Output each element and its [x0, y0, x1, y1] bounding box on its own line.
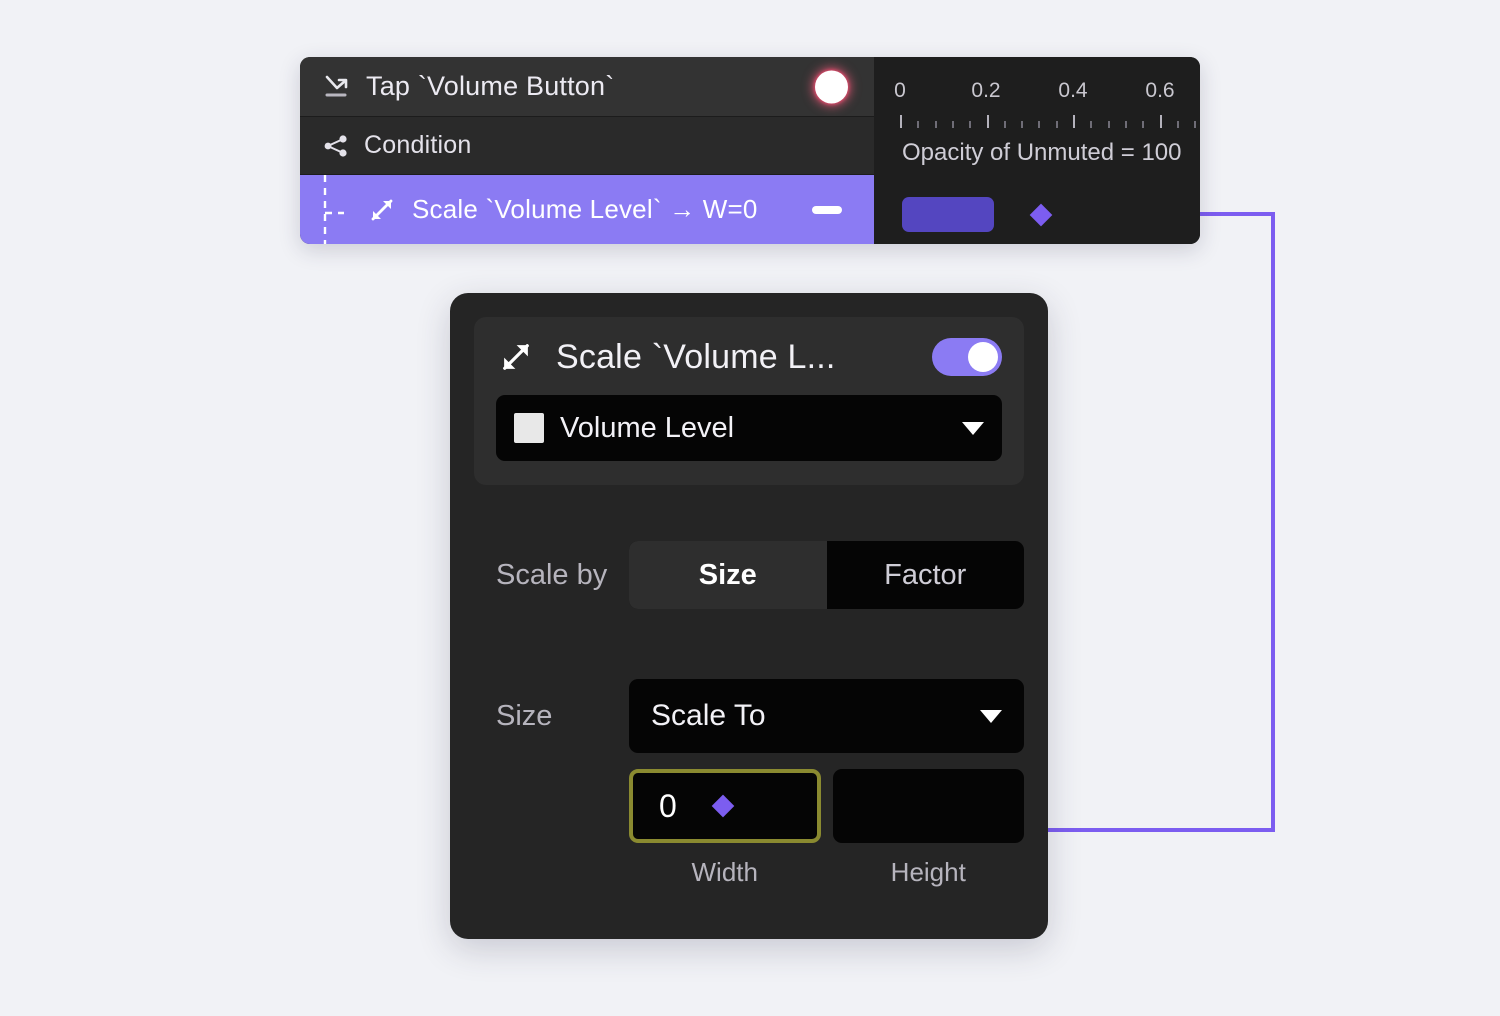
enable-action-toggle[interactable] [932, 338, 1002, 376]
ruler-tick [986, 115, 989, 128]
timeline-keyframe-node[interactable] [1029, 203, 1053, 227]
height-cell: Height [832, 769, 1024, 888]
size-row: Size Scale To [474, 679, 1024, 753]
timeline-card: Tap `Volume Button` Condition Scale `Vol… [300, 57, 1200, 244]
timeline-row-label: Condition [364, 131, 472, 159]
ruler-label: 0.6 [1145, 79, 1175, 102]
chevron-down-icon [980, 709, 1002, 723]
record-indicator[interactable] [815, 70, 848, 103]
ruler-tick-labels: 0 0.2 0.4 0.6 [874, 79, 1200, 107]
ruler-tick [1107, 121, 1110, 128]
ruler-tick [917, 121, 920, 128]
timeline-ruler-panel: 0 0.2 0.4 0.6 Opacity of Unmuted = 100 [874, 57, 1200, 244]
ruler-tick [1194, 121, 1197, 128]
ruler-tick [1124, 121, 1127, 128]
timeline-row-label: Tap `Volume Button` [366, 71, 615, 101]
toggle-knob [968, 342, 998, 372]
keyframe-clip-block[interactable] [902, 197, 994, 232]
chevron-down-icon [962, 421, 984, 435]
scale-diagonal-arrow-icon [366, 194, 398, 226]
inspector-header: Scale `Volume L... Volume Level [474, 317, 1024, 485]
ruler-tick [1176, 121, 1179, 128]
condition-branch-icon [322, 132, 350, 160]
width-field-node[interactable] [711, 794, 735, 818]
height-input[interactable] [832, 769, 1024, 843]
page-title: Scale `Volume L... [556, 337, 836, 376]
remove-keyframe-button[interactable] [812, 205, 842, 214]
timeline-row-tap[interactable]: Tap `Volume Button` [300, 57, 874, 116]
width-value: 0 [659, 787, 677, 824]
ruler-tick [969, 121, 972, 128]
scale-by-option-factor[interactable]: Factor [827, 541, 1025, 609]
timeline-row-condition[interactable]: Condition [300, 116, 874, 174]
layer-select-value: Volume Level [560, 411, 735, 444]
timeline-row-scale[interactable]: Scale `Volume Level` → W=0 [300, 174, 874, 244]
height-caption: Height [890, 857, 966, 887]
layer-color-swatch [514, 413, 544, 443]
width-input[interactable]: 0 [629, 769, 821, 843]
scale-by-option-size[interactable]: Size [629, 541, 827, 609]
size-mode-dropdown[interactable]: Scale To [629, 679, 1024, 753]
tap-gesture-icon [322, 72, 352, 102]
ruler-tick [951, 121, 954, 128]
scale-by-row: Scale by Size Factor [474, 541, 1024, 609]
ruler-tick [1142, 121, 1145, 128]
ruler-tick [1055, 121, 1058, 128]
ruler-tick [1003, 121, 1006, 128]
ruler-tick [934, 121, 937, 128]
layer-select-dropdown[interactable]: Volume Level [496, 395, 1002, 461]
ruler-tick [1021, 121, 1024, 128]
timeline-rows: Tap `Volume Button` Condition Scale `Vol… [300, 57, 874, 244]
ruler-tick [1073, 115, 1075, 128]
ruler-tick [900, 115, 902, 128]
size-mode-value: Scale To [651, 699, 766, 732]
timeline-row-label: Scale `Volume Level` → W=0 [412, 194, 758, 224]
scale-diagonal-arrow-icon [496, 337, 536, 377]
size-label: Size [496, 699, 553, 732]
ruler-tick [1090, 121, 1093, 128]
ruler-tick [1159, 115, 1162, 128]
ruler-label: 0.2 [971, 79, 1001, 102]
scale-by-segmented-control[interactable]: Size Factor [629, 541, 1024, 609]
ruler-tick [1038, 121, 1041, 128]
tree-indent-guide [323, 175, 344, 244]
inspector-title-row: Scale `Volume L... [496, 337, 1002, 377]
ruler-label: 0.4 [1058, 79, 1088, 102]
inspector-panel: Scale `Volume L... Volume Level Scale by… [450, 293, 1048, 939]
scale-by-label: Scale by [496, 558, 608, 591]
property-readout: Opacity of Unmuted = 100 [902, 139, 1182, 166]
width-cell: 0 Width [629, 769, 821, 888]
ruler-label: 0 [894, 79, 906, 102]
width-height-row: 0 Width Height [474, 769, 1024, 888]
ruler-ticks [874, 112, 1200, 128]
app-canvas: Tap `Volume Button` Condition Scale `Vol… [0, 0, 1500, 1016]
width-caption: Width [691, 857, 758, 887]
